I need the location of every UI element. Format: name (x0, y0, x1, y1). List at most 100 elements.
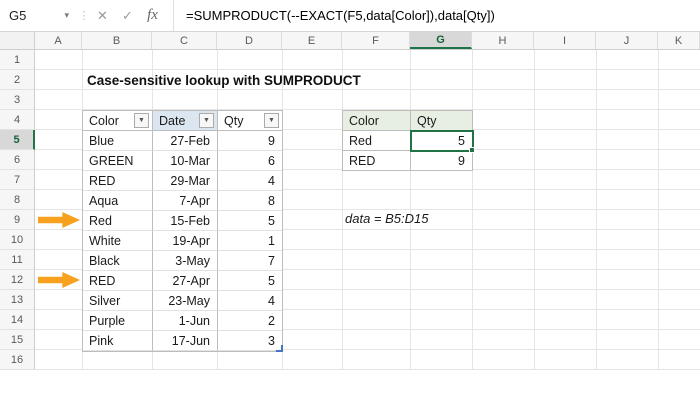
cell-qty[interactable]: 4 (218, 291, 282, 311)
insert-function-icon[interactable]: fx (140, 0, 165, 31)
cell-color[interactable]: Silver (83, 291, 153, 311)
gridline-v (596, 50, 597, 370)
gridline-v (342, 50, 343, 370)
table-row: Purple 1-Jun 2 (83, 311, 282, 331)
col-header-a[interactable]: A (35, 32, 82, 49)
col-header-h[interactable]: H (472, 32, 534, 49)
header-label: Qty (224, 113, 244, 128)
cell-qty[interactable]: 3 (218, 331, 282, 351)
row-header-6[interactable]: 6 (0, 150, 35, 170)
cell-color[interactable]: Blue (83, 131, 153, 151)
excel-window: G5 ▾ ⋮ ✕ ✓ fx =SUMPRODUCT(--EXACT(F5,dat… (0, 0, 700, 400)
cell-qty[interactable]: 5 (218, 271, 282, 291)
lookup-row: RED 9 (343, 151, 473, 171)
row-header-1[interactable]: 1 (0, 50, 35, 70)
row-header-12[interactable]: 12 (0, 270, 35, 290)
cell-color[interactable]: Purple (83, 311, 153, 331)
select-all-corner[interactable] (0, 32, 35, 49)
cell-color[interactable]: Aqua (83, 191, 153, 211)
lookup-header-color[interactable]: Color (343, 111, 411, 131)
cell-date[interactable]: 3-May (153, 251, 218, 271)
cell-f5[interactable]: Red (343, 131, 411, 151)
cell-date[interactable]: 23-May (153, 291, 218, 311)
cell-color[interactable]: GREEN (83, 151, 153, 171)
cell-color[interactable]: RED (83, 171, 153, 191)
row-header-11[interactable]: 11 (0, 250, 35, 270)
row-header-13[interactable]: 13 (0, 290, 35, 310)
cell-color[interactable]: Pink (83, 331, 153, 351)
cell-date[interactable]: 19-Apr (153, 231, 218, 251)
cell-color[interactable]: White (83, 231, 153, 251)
row-header-4[interactable]: 4 (0, 110, 35, 130)
col-header-d[interactable]: D (217, 32, 282, 49)
fill-handle[interactable] (469, 147, 475, 153)
cell-qty[interactable]: 8 (218, 191, 282, 211)
lookup-row: Red 5 (343, 130, 475, 153)
col-header-k[interactable]: K (658, 32, 700, 49)
cell-date[interactable]: 7-Apr (153, 191, 218, 211)
row-header-10[interactable]: 10 (0, 230, 35, 250)
table-row: RED 29-Mar 4 (83, 171, 282, 191)
chevron-down-icon: ▾ (64, 10, 69, 20)
filter-button[interactable]: ▼ (134, 113, 149, 128)
lookup-header-row: Color Qty (343, 111, 473, 131)
row-header-5[interactable]: 5 (0, 130, 35, 150)
cell-date[interactable]: 17-Jun (153, 331, 218, 351)
cell-g6[interactable]: 9 (411, 151, 473, 171)
cell-qty[interactable]: 9 (218, 131, 282, 151)
col-header-c[interactable]: C (152, 32, 217, 49)
cell-qty[interactable]: 6 (218, 151, 282, 171)
sheet-grid[interactable]: Case-sensitive lookup with SUMPRODUCT Co… (35, 50, 700, 400)
cell-date[interactable]: 27-Feb (153, 131, 218, 151)
cancel-icon[interactable]: ✕ (90, 0, 115, 31)
data-table: Color ▼ Date ▼ Qty ▼ Blue 27-Feb 9 GREEN (82, 110, 283, 352)
cell-date[interactable]: 27-Apr (153, 271, 218, 291)
name-box[interactable]: G5 ▾ (0, 0, 78, 31)
col-header-f[interactable]: F (342, 32, 410, 49)
cell-f6[interactable]: RED (343, 151, 411, 171)
header-cell-qty[interactable]: Qty ▼ (218, 111, 282, 131)
header-cell-date[interactable]: Date ▼ (153, 111, 218, 131)
gridline-v (410, 50, 411, 370)
cell-value: 5 (458, 133, 465, 148)
cell-date[interactable]: 10-Mar (153, 151, 218, 171)
header-cell-color[interactable]: Color ▼ (83, 111, 153, 131)
selected-cell-g5[interactable]: 5 (410, 130, 475, 153)
row-header-16[interactable]: 16 (0, 350, 35, 370)
table-row: White 19-Apr 1 (83, 231, 282, 251)
cell-qty[interactable]: 2 (218, 311, 282, 331)
col-header-g[interactable]: G (410, 32, 472, 49)
cell-qty[interactable]: 4 (218, 171, 282, 191)
cell-date[interactable]: 29-Mar (153, 171, 218, 191)
cell-qty[interactable]: 1 (218, 231, 282, 251)
table-row: Blue 27-Feb 9 (83, 131, 282, 151)
sheet-title[interactable]: Case-sensitive lookup with SUMPRODUCT (87, 73, 361, 88)
row-header-7[interactable]: 7 (0, 170, 35, 190)
table-resize-handle[interactable] (276, 345, 283, 352)
data-range-note[interactable]: data = B5:D15 (345, 211, 428, 226)
col-header-b[interactable]: B (82, 32, 152, 49)
cell-date[interactable]: 15-Feb (153, 211, 218, 231)
table-row: RED 27-Apr 5 (83, 271, 282, 291)
row-header-2[interactable]: 2 (0, 70, 35, 90)
cell-qty[interactable]: 5 (218, 211, 282, 231)
lookup-header-qty[interactable]: Qty (411, 111, 473, 131)
row-header-9[interactable]: 9 (0, 210, 35, 230)
cell-color[interactable]: Red (83, 211, 153, 231)
filter-button[interactable]: ▼ (264, 113, 279, 128)
cell-date[interactable]: 1-Jun (153, 311, 218, 331)
cell-qty[interactable]: 7 (218, 251, 282, 271)
col-header-e[interactable]: E (282, 32, 342, 49)
filter-button[interactable]: ▼ (199, 113, 214, 128)
divider: ⋮ (78, 10, 90, 22)
row-header-8[interactable]: 8 (0, 190, 35, 210)
col-header-i[interactable]: I (534, 32, 596, 49)
cell-color[interactable]: RED (83, 271, 153, 291)
col-header-j[interactable]: J (596, 32, 658, 49)
row-header-3[interactable]: 3 (0, 90, 35, 110)
cell-color[interactable]: Black (83, 251, 153, 271)
accept-icon[interactable]: ✓ (115, 0, 140, 31)
row-header-14[interactable]: 14 (0, 310, 35, 330)
formula-input[interactable]: =SUMPRODUCT(--EXACT(F5,data[Color]),data… (173, 0, 700, 31)
row-header-15[interactable]: 15 (0, 330, 35, 350)
